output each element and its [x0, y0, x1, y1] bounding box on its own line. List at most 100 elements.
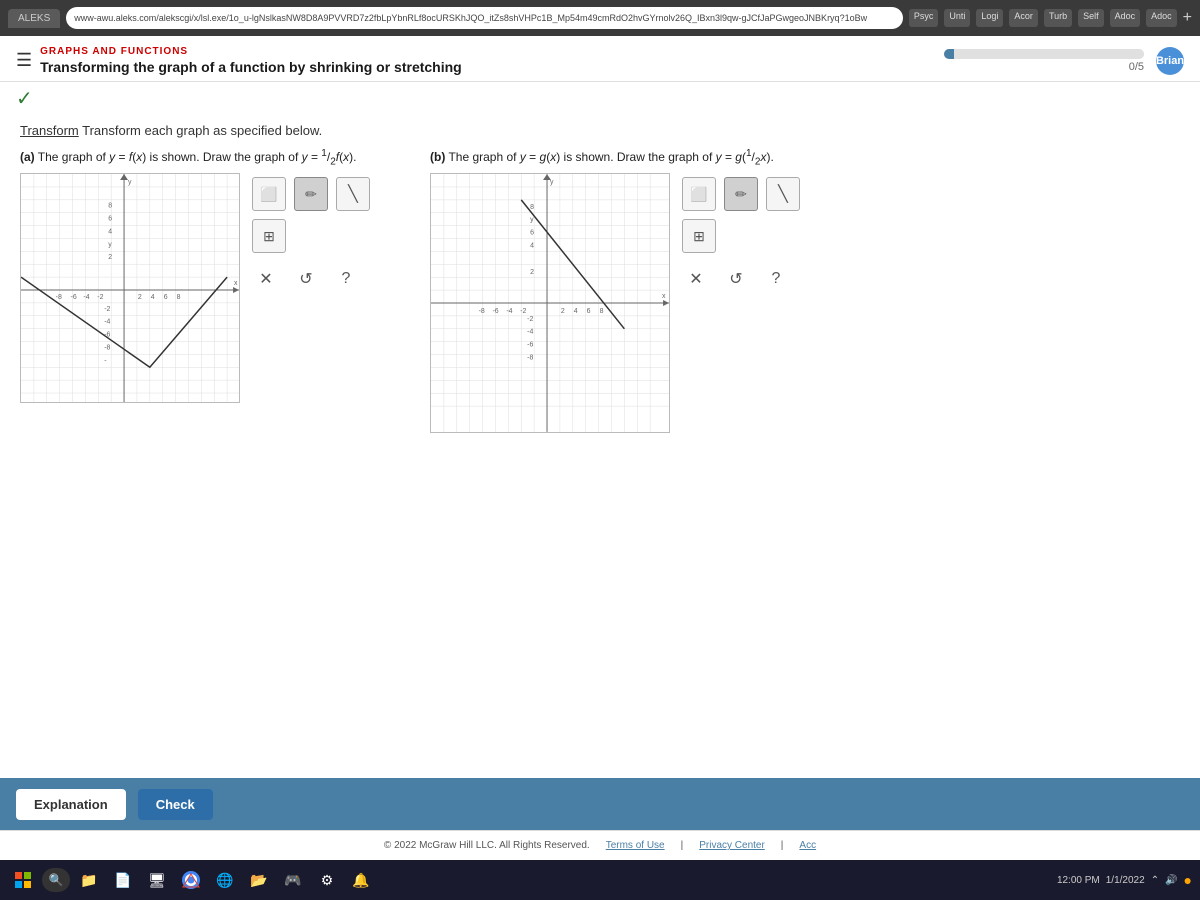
svg-text:2: 2: [138, 294, 142, 301]
acor-tab[interactable]: Acor: [1009, 9, 1038, 27]
transform-word: Transform: [20, 123, 79, 138]
svg-text:x: x: [662, 293, 666, 300]
pencil-icon-b: ✏: [735, 186, 747, 203]
svg-text:-2: -2: [520, 308, 526, 315]
psyc-tab[interactable]: Psyc: [909, 9, 939, 27]
taskbar-explorer[interactable]: 📁: [74, 865, 104, 895]
line-icon-b: ╲: [778, 184, 788, 204]
tools-panel-b: ⬜ ✏ ╲ ⊞: [682, 173, 800, 293]
taskbar: 🔍 📁 📄 🖥 🌐 📂 🎮 ⚙ 🔔 12:00 PM 1/1/2022 ⌃ 🔊 …: [0, 860, 1200, 900]
browser-icons: Psyc Unti Logi Acor Turb Self Adoc Adoc …: [909, 9, 1192, 27]
svg-text:-8: -8: [479, 308, 485, 315]
svg-text:-4: -4: [83, 294, 89, 301]
taskbar-app3[interactable]: 📂: [244, 865, 274, 895]
browser-tab[interactable]: ALEKS: [8, 9, 60, 28]
svg-text:-6: -6: [492, 308, 498, 315]
explanation-button[interactable]: Explanation: [16, 789, 126, 820]
adoc1-tab[interactable]: Adoc: [1110, 9, 1141, 27]
graph-a-container: x y -6 -4 -2 2 4 6 8 -8 8: [20, 173, 240, 408]
terms-link[interactable]: Terms of Use: [606, 840, 665, 851]
crosshair-tool-a[interactable]: ⊞: [252, 219, 286, 253]
taskbar-app1[interactable]: 🖥: [142, 865, 172, 895]
content-area: Transform Transform each graph as specif…: [0, 115, 1200, 778]
tools-row-b-mid: ⊞: [682, 219, 800, 253]
taskbar-volume[interactable]: 🔊: [1165, 875, 1177, 886]
problems-row: (a) The graph of y = f(x) is shown. Draw…: [20, 148, 1180, 438]
menu-icon[interactable]: ☰: [16, 50, 32, 71]
problem-a-label: (a) The graph of y = f(x) is shown. Draw…: [20, 148, 370, 167]
taskbar-search[interactable]: 🔍: [42, 868, 70, 892]
adoc2-tab[interactable]: Adoc: [1146, 9, 1177, 27]
taskbar-chrome[interactable]: [176, 865, 206, 895]
undo-action-a[interactable]: ↺: [292, 265, 320, 293]
svg-text:2: 2: [561, 308, 565, 315]
line-tool-b[interactable]: ╲: [766, 177, 800, 211]
svg-text:8: 8: [108, 203, 112, 210]
line-tool-a[interactable]: ╲: [336, 177, 370, 211]
check-button[interactable]: Check: [138, 789, 213, 820]
taskbar-right: 12:00 PM 1/1/2022 ⌃ 🔊 ●: [1057, 872, 1192, 888]
copyright-text: © 2022 McGraw Hill LLC. All Rights Reser…: [384, 840, 590, 851]
progress-bar: [944, 49, 1144, 59]
tools-panel-a: ⬜ ✏ ╲ ⊞: [252, 173, 370, 293]
help-action-b[interactable]: ?: [762, 265, 790, 293]
check-row: ✓: [0, 82, 1200, 115]
taskbar-app6[interactable]: 🔔: [346, 865, 376, 895]
svg-text:2: 2: [108, 255, 112, 262]
windows-start-button[interactable]: [8, 865, 38, 895]
header: ☰ GRAPHS AND FUNCTIONS Transforming the …: [0, 36, 1200, 82]
svg-text:2: 2: [530, 270, 534, 277]
taskbar-app4[interactable]: 🎮: [278, 865, 308, 895]
close-action-b[interactable]: ✕: [682, 265, 710, 293]
eraser-icon-b: ⬜: [690, 186, 707, 203]
graph-a-section: x y -6 -4 -2 2 4 6 8 -8 8: [20, 173, 370, 408]
svg-text:y: y: [108, 242, 112, 249]
taskbar-time: 12:00 PM: [1057, 875, 1100, 886]
undo-action-b[interactable]: ↺: [722, 265, 750, 293]
help-action-a[interactable]: ?: [332, 265, 360, 293]
svg-text:6: 6: [108, 216, 112, 223]
close-action-a[interactable]: ✕: [252, 265, 280, 293]
taskbar-notification[interactable]: ⌃: [1151, 875, 1159, 886]
new-tab-button[interactable]: +: [1183, 9, 1192, 27]
tools-row-a-mid: ⊞: [252, 219, 370, 253]
self-tab[interactable]: Self: [1078, 9, 1104, 27]
taskbar-app2[interactable]: 🌐: [210, 865, 240, 895]
taskbar-date: 1/1/2022: [1106, 875, 1145, 886]
eraser-icon-a: ⬜: [260, 186, 277, 203]
eraser-tool-a[interactable]: ⬜: [252, 177, 286, 211]
svg-text:8: 8: [600, 308, 604, 315]
tab-label: ALEKS: [18, 13, 50, 24]
svg-text:-4: -4: [527, 329, 533, 336]
privacy-link[interactable]: Privacy Center: [699, 840, 765, 851]
bottom-bar: Explanation Check: [0, 778, 1200, 830]
taskbar-file[interactable]: 📄: [108, 865, 138, 895]
pencil-tool-a[interactable]: ✏: [294, 177, 328, 211]
crosshair-icon-b: ⊞: [693, 228, 705, 245]
taskbar-circle-icon: ●: [1184, 872, 1192, 888]
svg-text:-8: -8: [527, 355, 533, 362]
section-label: GRAPHS AND FUNCTIONS: [40, 46, 462, 57]
action-row-b: ✕ ↺ ?: [682, 265, 800, 293]
svg-text:4: 4: [574, 308, 578, 315]
svg-text:-8: -8: [104, 345, 110, 352]
svg-text:-6: -6: [71, 294, 77, 301]
logi-tab[interactable]: Logi: [976, 9, 1003, 27]
problem-b-label: (b) The graph of y = g(x) is shown. Draw…: [430, 148, 800, 167]
turb-tab[interactable]: Turb: [1044, 9, 1072, 27]
svg-text:-8: -8: [56, 294, 62, 301]
unti-tab[interactable]: Unti: [944, 9, 970, 27]
crosshair-tool-b[interactable]: ⊞: [682, 219, 716, 253]
page-title: Transforming the graph of a function by …: [40, 59, 462, 75]
graph-a-svg[interactable]: x y -6 -4 -2 2 4 6 8 -8 8: [20, 173, 240, 403]
eraser-tool-b[interactable]: ⬜: [682, 177, 716, 211]
svg-text:-4: -4: [506, 308, 512, 315]
graph-b-svg[interactable]: x y -8 -6 -4 -2 2 4 6 8 8: [430, 173, 670, 433]
url-bar[interactable]: www-awu.aleks.com/alekscgi/x/lsl.exe/1o_…: [66, 7, 903, 29]
taskbar-app5[interactable]: ⚙: [312, 865, 342, 895]
problem-a: (a) The graph of y = f(x) is shown. Draw…: [20, 148, 370, 408]
pencil-tool-b[interactable]: ✏: [724, 177, 758, 211]
user-avatar: Brian: [1156, 47, 1184, 75]
checkmark-icon: ✓: [16, 86, 33, 111]
acc-link[interactable]: Acc: [799, 840, 816, 851]
